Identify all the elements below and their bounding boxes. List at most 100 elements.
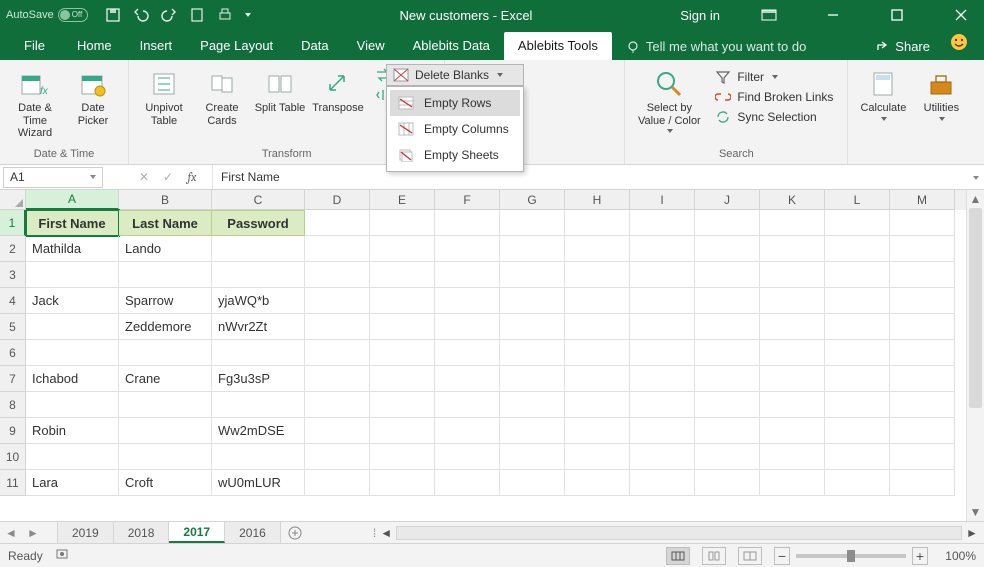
cell[interactable]: Robin [26, 418, 119, 444]
cell[interactable] [500, 340, 565, 366]
cell[interactable] [212, 392, 305, 418]
cell[interactable] [435, 418, 500, 444]
cell[interactable] [890, 470, 955, 496]
cell[interactable] [370, 444, 435, 470]
cell[interactable] [305, 470, 370, 496]
cell[interactable] [565, 314, 630, 340]
cell[interactable] [890, 288, 955, 314]
column-header-E[interactable]: E [370, 190, 435, 210]
cell[interactable] [825, 392, 890, 418]
cell[interactable] [370, 210, 435, 236]
cell[interactable] [630, 340, 695, 366]
cell[interactable]: Zeddemore [119, 314, 212, 340]
cell[interactable] [212, 444, 305, 470]
cell[interactable] [500, 236, 565, 262]
cell[interactable] [305, 392, 370, 418]
create-cards-button[interactable]: Create Cards [195, 64, 249, 127]
cell[interactable] [695, 366, 760, 392]
hscroll-track[interactable] [396, 526, 962, 540]
cell[interactable] [695, 470, 760, 496]
cell[interactable] [825, 444, 890, 470]
cell[interactable] [890, 210, 955, 236]
cell[interactable] [760, 418, 825, 444]
row-header[interactable]: 7 [0, 366, 26, 392]
save-icon[interactable] [100, 2, 126, 28]
zoom-level[interactable]: 100% [934, 549, 976, 563]
tab-view[interactable]: View [343, 32, 399, 60]
menu-empty-sheets[interactable]: Empty Sheets [390, 142, 520, 168]
cell[interactable] [305, 366, 370, 392]
tab-data[interactable]: Data [287, 32, 342, 60]
cell[interactable] [890, 444, 955, 470]
cell[interactable]: Sparrow [119, 288, 212, 314]
cell[interactable] [435, 262, 500, 288]
cell[interactable] [825, 262, 890, 288]
cell[interactable] [695, 340, 760, 366]
cell[interactable] [370, 314, 435, 340]
cell[interactable] [565, 236, 630, 262]
cell[interactable] [435, 470, 500, 496]
cell[interactable] [500, 366, 565, 392]
cell[interactable] [435, 210, 500, 236]
cell[interactable] [565, 210, 630, 236]
cell[interactable] [305, 340, 370, 366]
new-sheet-button[interactable] [281, 522, 309, 543]
tab-insert[interactable]: Insert [126, 32, 187, 60]
cell[interactable] [695, 418, 760, 444]
sheet-tab-2016[interactable]: 2016 [225, 522, 281, 543]
cell[interactable]: Ww2mDSE [212, 418, 305, 444]
cell[interactable]: Jack [26, 288, 119, 314]
tab-ablebits-data[interactable]: Ablebits Data [399, 32, 504, 60]
sheet-nav-next-icon[interactable]: ► [22, 522, 44, 543]
scroll-thumb[interactable] [969, 208, 982, 408]
cell[interactable] [630, 262, 695, 288]
cell[interactable] [890, 418, 955, 444]
tab-ablebits-tools[interactable]: Ablebits Tools [504, 32, 612, 60]
utilities-button[interactable]: Utilities [914, 64, 968, 121]
split-table-button[interactable]: Split Table [253, 64, 307, 115]
ribbon-options-icon[interactable] [746, 0, 792, 30]
view-page-layout-icon[interactable] [702, 547, 726, 565]
cell[interactable] [305, 418, 370, 444]
cell[interactable] [760, 314, 825, 340]
cell[interactable] [825, 366, 890, 392]
unpivot-button[interactable]: Unpivot Table [137, 64, 191, 127]
cell[interactable] [435, 340, 500, 366]
select-by-value-button[interactable]: Select by Value / Color [633, 64, 705, 133]
cell[interactable] [565, 392, 630, 418]
insert-function-icon[interactable]: fx [180, 170, 204, 184]
zoom-out-button[interactable]: − [774, 547, 790, 565]
cell[interactable] [890, 340, 955, 366]
cell[interactable] [305, 288, 370, 314]
tab-home[interactable]: Home [63, 32, 126, 60]
cell[interactable] [760, 340, 825, 366]
redo-icon[interactable] [156, 2, 182, 28]
cell[interactable] [119, 262, 212, 288]
row-header[interactable]: 1 [0, 210, 26, 236]
tell-me-search[interactable]: Tell me what you want to do [612, 33, 820, 60]
undo-icon[interactable] [128, 2, 154, 28]
cell[interactable] [630, 314, 695, 340]
tab-page-layout[interactable]: Page Layout [186, 32, 287, 60]
cell[interactable]: Ichabod [26, 366, 119, 392]
delete-blanks-button[interactable]: Delete Blanks [386, 64, 524, 86]
cell[interactable] [695, 262, 760, 288]
cell[interactable] [630, 210, 695, 236]
enter-formula-icon[interactable]: ✓ [156, 170, 180, 184]
view-normal-icon[interactable] [666, 547, 690, 565]
minimize-icon[interactable] [810, 0, 856, 30]
column-header-I[interactable]: I [630, 190, 695, 210]
cell[interactable] [370, 288, 435, 314]
column-header-H[interactable]: H [565, 190, 630, 210]
menu-empty-rows[interactable]: Empty Rows [390, 90, 520, 116]
column-header-J[interactable]: J [695, 190, 760, 210]
cell[interactable]: Croft [119, 470, 212, 496]
cell[interactable] [565, 262, 630, 288]
cell[interactable] [26, 262, 119, 288]
cell[interactable] [119, 444, 212, 470]
expand-formula-bar-icon[interactable] [966, 170, 984, 184]
autosave-switch-icon[interactable] [58, 8, 88, 22]
cell[interactable] [695, 314, 760, 340]
cell[interactable] [695, 288, 760, 314]
cell[interactable] [825, 236, 890, 262]
